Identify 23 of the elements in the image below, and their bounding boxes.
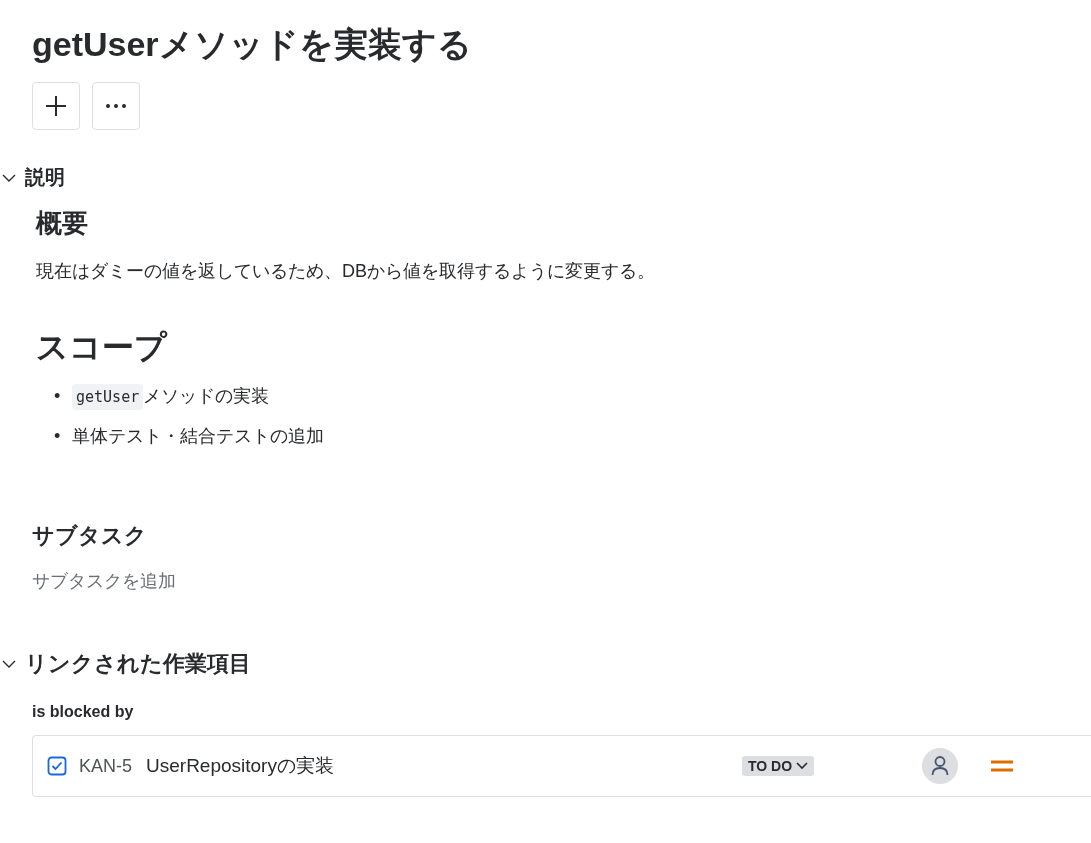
list-item: 単体テスト・結合テストの追加 bbox=[72, 425, 324, 448]
bullet: • bbox=[54, 385, 62, 407]
task-icon bbox=[47, 756, 67, 776]
item-summary[interactable]: UserRepositoryの実装 bbox=[146, 753, 742, 779]
section-label: リンクされた作業項目 bbox=[25, 650, 251, 678]
section-label: サブタスク bbox=[32, 522, 148, 550]
status-dropdown[interactable]: TO DO bbox=[742, 756, 815, 776]
section-heading: スコープ bbox=[36, 328, 169, 367]
more-icon bbox=[105, 103, 127, 109]
paragraph: 現在はダミーの値を返しているため、DBから値を取得するように変更する。 bbox=[36, 260, 656, 283]
add-subtask-link[interactable]: サブタスクを追加 bbox=[32, 569, 176, 593]
plus-icon bbox=[45, 95, 67, 117]
linked-item-card[interactable]: KAN-5 UserRepositoryの実装 TO DO bbox=[32, 735, 1091, 797]
caret-icon bbox=[796, 762, 809, 770]
item-key[interactable]: KAN-5 bbox=[79, 755, 132, 777]
avatar-icon[interactable] bbox=[922, 748, 959, 784]
section-heading: 概要 bbox=[36, 207, 89, 240]
add-button[interactable] bbox=[32, 82, 80, 130]
relation-label: is blocked by bbox=[32, 703, 135, 721]
section-label: 説明 bbox=[25, 165, 65, 190]
issue-title: getUserメソッドを実装する bbox=[32, 24, 473, 65]
bullet: • bbox=[54, 425, 62, 447]
list-item: getUser メソッドの実装 bbox=[72, 381, 270, 411]
